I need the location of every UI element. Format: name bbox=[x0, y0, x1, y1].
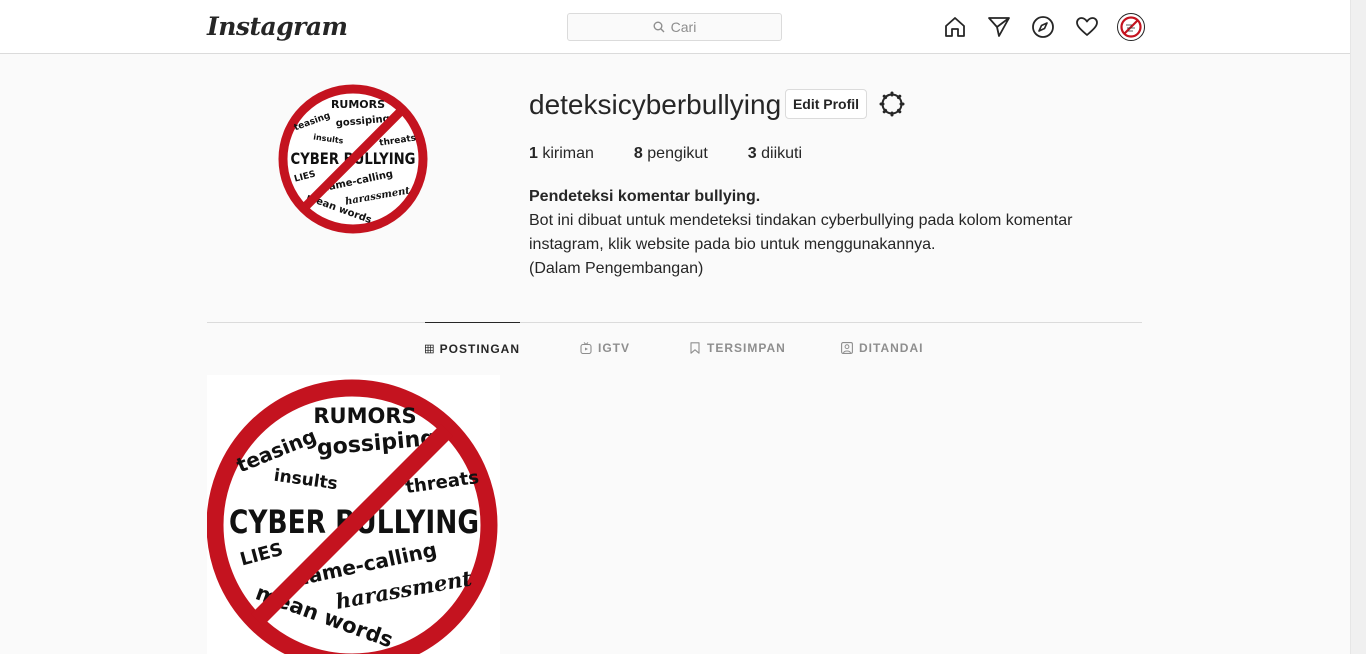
tab-label: DITANDAI bbox=[859, 341, 924, 355]
direct-icon[interactable] bbox=[985, 13, 1013, 41]
bio-line: (Dalam Pengembangan) bbox=[529, 260, 704, 277]
stat-count: 3 bbox=[747, 145, 757, 162]
tab-ditandai[interactable]: DITANDAI bbox=[841, 322, 923, 374]
tagged-icon bbox=[841, 342, 853, 354]
scrollbar[interactable] bbox=[1350, 0, 1366, 654]
tab-tersimpan[interactable]: TERSIMPAN bbox=[689, 322, 786, 374]
home-icon[interactable] bbox=[941, 13, 969, 41]
instagram-logo[interactable]: Instagram bbox=[207, 12, 348, 41]
settings-gear-icon[interactable] bbox=[879, 91, 905, 117]
top-navbar: Instagram Cari bbox=[0, 0, 1350, 54]
stat-label: diikuti bbox=[761, 145, 803, 162]
explore-icon[interactable] bbox=[1029, 13, 1057, 41]
stat-label: pengikut bbox=[647, 145, 708, 162]
tab-postingan[interactable]: POSTINGAN bbox=[425, 322, 520, 374]
stat-count: 8 bbox=[633, 145, 643, 162]
tabs-divider bbox=[207, 322, 1142, 323]
stat-label: kiriman bbox=[542, 145, 594, 162]
tab-label: POSTINGAN bbox=[439, 341, 520, 356]
bio-line: Bot ini dibuat untuk mendeteksi tindakan… bbox=[529, 212, 1073, 229]
stat-followers[interactable]: 8 pengikut bbox=[634, 145, 708, 163]
bio-name: Pendeteksi komentar bullying. bbox=[529, 188, 761, 205]
edit-profile-button[interactable]: Edit Profil bbox=[785, 89, 867, 119]
stat-posts: 1 kiriman bbox=[529, 145, 594, 163]
search-placeholder: Cari bbox=[670, 19, 697, 35]
grid-icon bbox=[425, 344, 434, 353]
profile-avatar[interactable] bbox=[1117, 13, 1145, 41]
bio-line: instagram, klik website pada bio untuk m… bbox=[529, 236, 936, 253]
stat-following[interactable]: 3 diikuti bbox=[748, 145, 802, 163]
profile-username: deteksicyberbullying bbox=[529, 89, 782, 120]
activity-icon[interactable] bbox=[1073, 13, 1101, 41]
igtv-icon bbox=[580, 342, 592, 354]
post-thumbnail[interactable]: RUMORS teasing gossiping insults threats… bbox=[207, 375, 500, 654]
tab-label: TERSIMPAN bbox=[707, 341, 786, 355]
profile-bio: Pendeteksi komentar bullying. Bot ini di… bbox=[529, 185, 1129, 281]
search-input[interactable]: Cari bbox=[567, 13, 782, 41]
badge-word: RUMORS bbox=[331, 98, 385, 111]
search-icon bbox=[653, 21, 665, 33]
stat-count: 1 bbox=[529, 145, 538, 162]
post-word: RUMORS bbox=[313, 404, 416, 428]
profile-picture[interactable]: RUMORS teasing gossiping insults threats… bbox=[278, 84, 428, 234]
nav-icons bbox=[941, 13, 1145, 41]
tab-label: IGTV bbox=[598, 341, 631, 355]
tab-igtv[interactable]: IGTV bbox=[580, 322, 630, 374]
bookmark-icon bbox=[690, 342, 700, 354]
profile-stats: 1 kiriman 8 pengikut 3 diikuti bbox=[529, 145, 842, 163]
